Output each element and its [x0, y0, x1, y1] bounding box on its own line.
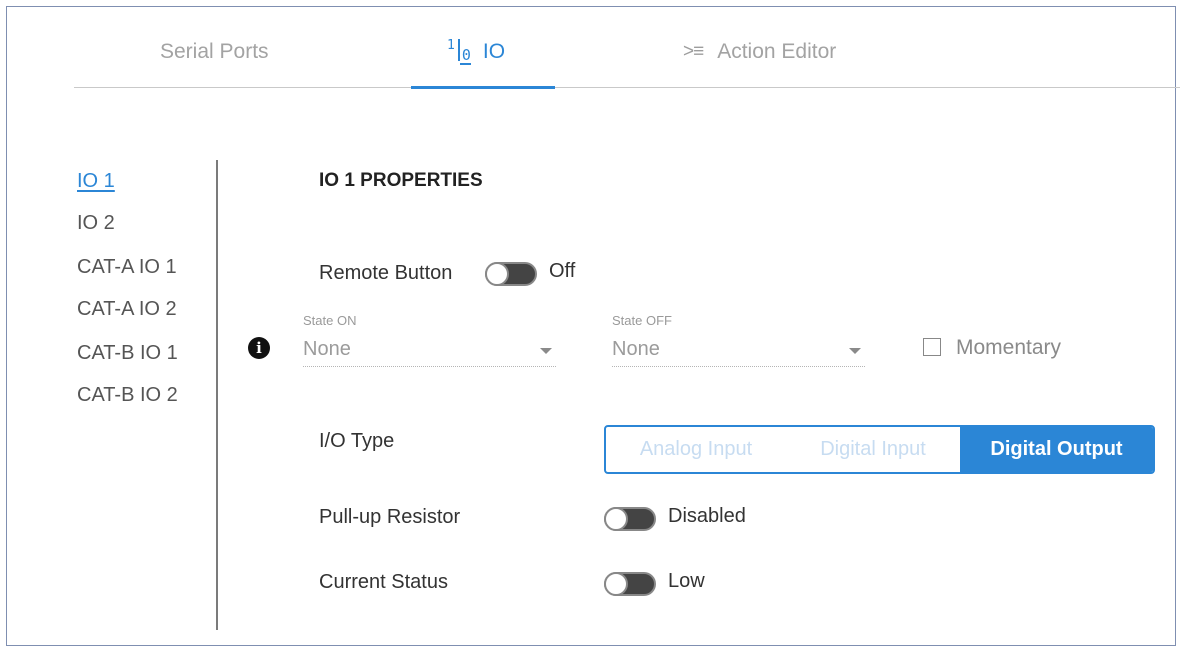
nav-item-cat-a-io-2[interactable]: CAT-A IO 2 [77, 298, 177, 321]
io-icon: 10 [447, 38, 471, 65]
tab-action-editor[interactable]: >≡ Action Editor [683, 36, 836, 68]
tab-action-editor-label: Action Editor [717, 40, 837, 63]
nav-item-io-1[interactable]: IO 1 [77, 170, 115, 193]
tab-io-label: IO [482, 40, 506, 63]
io-type-analog-input[interactable]: Analog Input [606, 427, 786, 472]
toggle-knob [604, 572, 628, 596]
chevron-down-icon [540, 348, 552, 354]
momentary-checkbox[interactable] [923, 338, 941, 356]
properties-title: IO 1 PROPERTIES [319, 170, 483, 191]
state-off-caption: State OFF [612, 313, 672, 328]
info-icon[interactable]: i [248, 337, 270, 359]
tabs-divider [74, 87, 1180, 88]
nav-item-cat-a-io-1[interactable]: CAT-A IO 1 [77, 256, 177, 279]
momentary-label[interactable]: Momentary [956, 336, 1061, 360]
nav-item-io-2[interactable]: IO 2 [77, 212, 115, 235]
state-off-value: None [612, 338, 660, 360]
tab-io[interactable]: 10 IO [447, 36, 505, 68]
remote-button-toggle[interactable] [485, 262, 537, 286]
state-off-select[interactable]: None [612, 336, 865, 367]
state-on-select[interactable]: None [303, 336, 556, 367]
chevron-down-icon [849, 348, 861, 354]
pull-up-resistor-state: Disabled [668, 505, 746, 527]
nav-item-cat-b-io-1[interactable]: CAT-B IO 1 [77, 342, 178, 365]
nav-divider [216, 160, 218, 630]
window-frame [6, 6, 1176, 646]
current-status-toggle[interactable] [604, 572, 656, 596]
tab-serial-ports-label: Serial Ports [160, 40, 269, 63]
nav-item-cat-b-io-2[interactable]: CAT-B IO 2 [77, 384, 178, 407]
state-on-caption: State ON [303, 313, 357, 328]
tab-serial-ports[interactable]: Serial Ports [160, 36, 269, 68]
io-type-selector: Analog Input Digital Input Digital Outpu… [604, 425, 1155, 474]
io-type-digital-input[interactable]: Digital Input [786, 427, 960, 472]
pull-up-resistor-label: Pull-up Resistor [319, 506, 461, 528]
pull-up-resistor-toggle[interactable] [604, 507, 656, 531]
remote-button-state: Off [549, 260, 576, 282]
io-type-digital-output[interactable]: Digital Output [960, 427, 1153, 472]
state-on-value: None [303, 338, 351, 360]
remote-button-label: Remote Button [319, 262, 453, 284]
active-tab-indicator [411, 86, 555, 89]
current-status-label: Current Status [319, 571, 448, 593]
current-status-state: Low [668, 570, 705, 592]
action-editor-icon: >≡ [683, 41, 704, 62]
io-type-label: I/O Type [319, 430, 395, 452]
toggle-knob [485, 262, 509, 286]
toggle-knob [604, 507, 628, 531]
